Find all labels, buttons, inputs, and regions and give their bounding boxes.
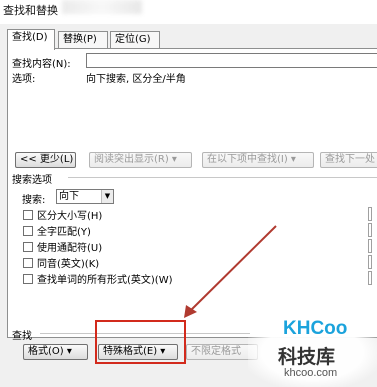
reading-highlight-button[interactable]: 阅读突出显示(R) ▾ <box>89 152 192 168</box>
checkbox-label: 区分大小写(H) <box>37 211 103 222</box>
right-checkbox-edge <box>368 255 372 269</box>
watermark-url: khcoo.com <box>284 367 338 379</box>
search-options-heading: 搜索选项 <box>12 175 52 186</box>
checkbox-wildcards[interactable]: 使用通配符(U) <box>23 239 103 254</box>
search-direction-select[interactable]: 向下 ▼ <box>56 189 114 204</box>
find-in-button[interactable]: 在以下项中查找(I) ▾ <box>202 152 314 168</box>
format-button[interactable]: 格式(O) ▾ <box>23 344 88 360</box>
checkbox-label: 使用通配符(U) <box>37 243 103 254</box>
find-next-button[interactable]: 查找下一处 <box>320 152 377 168</box>
right-checkbox-edge <box>368 223 372 237</box>
checkbox-label: 同音(英文)(K) <box>37 259 100 270</box>
checkbox-match-case[interactable]: 区分大小写(H) <box>23 207 103 222</box>
tab-replace[interactable]: 替换(P) <box>58 31 108 49</box>
checkbox-whole-word[interactable]: 全字匹配(Y) <box>23 223 91 238</box>
checkbox-all-word-forms[interactable]: 查找单词的所有形式(英文)(W) <box>23 271 173 286</box>
right-checkbox-edge <box>368 239 372 253</box>
watermark-name: 科技库 <box>278 346 336 368</box>
tab-strip: 查找(D) 替换(P) 定位(G) <box>0 29 377 50</box>
options-label: 选项: <box>12 74 36 85</box>
annotation-highlight-box <box>95 320 186 364</box>
less-button[interactable]: << 更少(L) <box>15 152 76 168</box>
checkbox-box[interactable] <box>23 226 33 236</box>
watermark-logo: KHCoo <box>283 318 348 339</box>
tab-find[interactable]: 查找(D) <box>7 29 55 50</box>
chevron-down-icon: ▼ <box>101 190 113 203</box>
search-direction-value: 向下 <box>59 191 79 202</box>
find-what-label: 查找内容(N): <box>12 59 71 70</box>
checkbox-box[interactable] <box>23 274 33 284</box>
checkbox-box[interactable] <box>23 258 33 268</box>
tab-goto[interactable]: 定位(G) <box>110 31 160 49</box>
find-what-input[interactable] <box>86 53 377 68</box>
right-checkbox-edge <box>368 207 372 221</box>
search-direction-label: 搜索: <box>22 195 46 206</box>
checkbox-box[interactable] <box>23 210 33 220</box>
right-checkbox-edge <box>368 271 372 285</box>
title-bar-blur <box>62 0 142 14</box>
title-bar: 查找和替换 <box>0 0 377 24</box>
checkbox-label: 全字匹配(Y) <box>37 227 91 238</box>
checkbox-label: 查找单词的所有形式(英文)(W) <box>37 275 173 286</box>
options-value: 向下搜索, 区分全/半角 <box>86 74 186 85</box>
checkbox-sounds-like[interactable]: 同音(英文)(K) <box>23 255 100 270</box>
window-title: 查找和替换 <box>3 4 58 17</box>
checkbox-box[interactable] <box>23 242 33 252</box>
search-options-divider <box>68 177 377 178</box>
find-section-heading: 查找 <box>12 331 32 342</box>
